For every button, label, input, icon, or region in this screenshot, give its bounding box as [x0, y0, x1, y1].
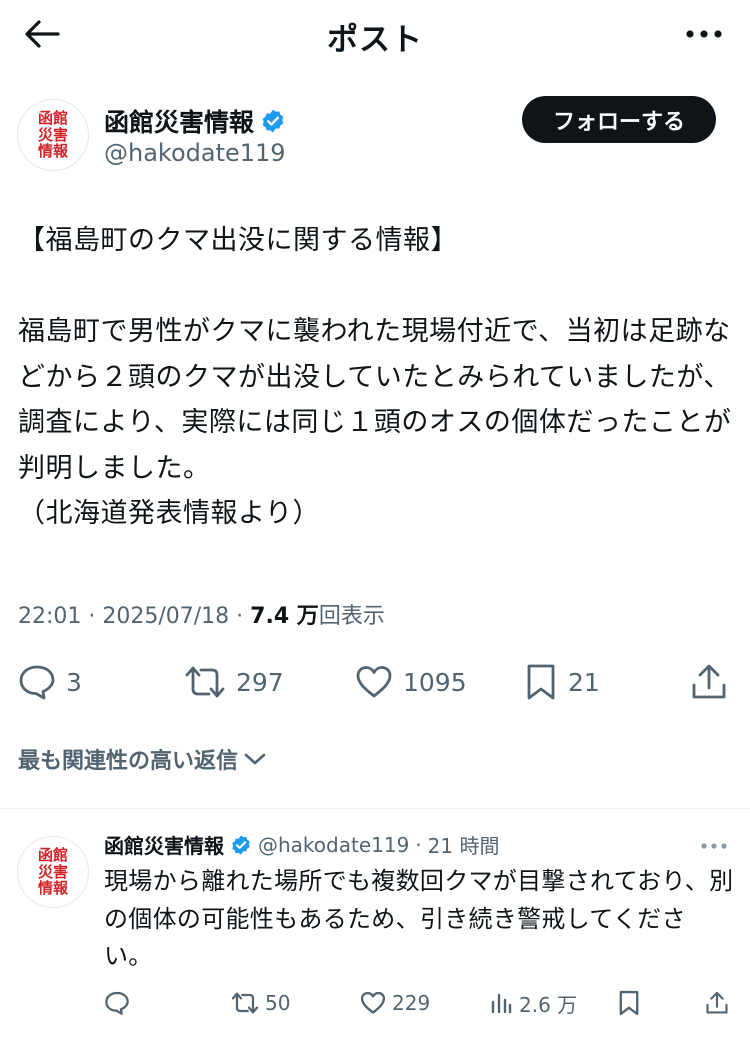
- post-actions: 3 297 1095 21: [0, 658, 750, 706]
- reply-button[interactable]: 3: [18, 658, 82, 706]
- post-text: 【福島町のクマ出没に関する情報】 福島町で男性がクマに襲われた現場付近で、当初は…: [18, 225, 732, 529]
- repost-count: 297: [236, 667, 284, 697]
- reply-separator: ·: [415, 832, 422, 857]
- reply-repost-count: 50: [265, 991, 291, 1015]
- reply-like-button[interactable]: 229: [360, 986, 430, 1020]
- verified-badge-icon: [232, 834, 250, 855]
- bookmark-count: 21: [568, 667, 600, 697]
- repost-button[interactable]: 297: [184, 658, 284, 706]
- heart-icon: [360, 991, 386, 1014]
- reply-more-button[interactable]: [698, 832, 730, 860]
- reply-author-handle[interactable]: @hakodate119: [258, 833, 409, 857]
- avatar-text-line: 災害: [37, 862, 68, 881]
- avatar-text-line: 災害: [37, 125, 68, 144]
- reply-share-button[interactable]: [705, 986, 729, 1020]
- reply-like-count: 229: [392, 991, 431, 1015]
- reply-icon: [19, 665, 55, 700]
- chevron-down-icon: [244, 753, 266, 765]
- post-meta: 22:01 · 2025/07/18 · 7.4 万回表示: [18, 598, 385, 630]
- sort-replies-label: 最も関連性の高い返信: [18, 749, 239, 774]
- reply-count: 3: [66, 667, 82, 697]
- like-button[interactable]: 1095: [355, 658, 467, 706]
- author-name[interactable]: 函館災害情報: [104, 103, 286, 139]
- reply-actions: 50 229 2.6 万: [0, 986, 750, 1020]
- avatar-text-line: 函館: [37, 846, 68, 865]
- author-name-text: 函館災害情報: [104, 108, 255, 137]
- view-count: 7.4 万: [250, 604, 319, 629]
- more-button[interactable]: [680, 12, 728, 56]
- more-horizontal-icon: [701, 843, 727, 849]
- repost-icon: [185, 666, 225, 698]
- more-horizontal-icon: [686, 30, 722, 38]
- reply-reply-button[interactable]: [104, 986, 130, 1020]
- share-icon: [706, 991, 728, 1014]
- reply-repost-button[interactable]: 50: [231, 986, 290, 1020]
- bookmark-button[interactable]: 21: [524, 658, 600, 706]
- avatar-text-line: 情報: [37, 879, 68, 898]
- share-icon: [692, 664, 726, 699]
- bookmark-icon: [527, 664, 555, 700]
- heart-icon: [356, 666, 392, 698]
- reply-text: 現場から離れた場所でも複数回クマが目撃されており、別の個体の可能性もあるため、引…: [104, 867, 734, 970]
- views-chart-icon: [491, 993, 512, 1014]
- reply-header: 函館災害情報 @hakodate119 · 21 時間: [104, 830, 499, 859]
- verified-badge-icon: [262, 109, 284, 133]
- bookmark-icon: [619, 990, 639, 1016]
- top-bar: ポスト: [0, 0, 750, 68]
- avatar-text-line: 函館: [37, 109, 68, 128]
- repost-icon: [231, 992, 259, 1014]
- reply-avatar[interactable]: 函館 災害 情報: [17, 836, 89, 908]
- reply-view-count: 2.6 万: [519, 992, 578, 1017]
- reply-icon: [105, 991, 129, 1015]
- author-handle[interactable]: @hakodate119: [104, 139, 286, 167]
- view-count-label: 回表示: [318, 604, 385, 629]
- divider: [0, 808, 750, 809]
- share-button[interactable]: [690, 658, 728, 706]
- follow-button[interactable]: フォローする: [522, 96, 716, 143]
- reply-timestamp[interactable]: 21 時間: [428, 830, 500, 859]
- avatar-text-line: 情報: [37, 142, 68, 161]
- post-timestamp[interactable]: 22:01 · 2025/07/18 ·: [18, 604, 250, 629]
- avatar[interactable]: 函館 災害 情報: [17, 99, 89, 171]
- sort-replies-selector[interactable]: 最も関連性の高い返信: [18, 743, 266, 775]
- page-title: ポスト: [327, 22, 423, 58]
- reply-author-name[interactable]: 函館災害情報: [104, 830, 224, 859]
- reply-views-button[interactable]: 2.6 万: [489, 986, 577, 1020]
- reply-bookmark-button[interactable]: [617, 986, 641, 1020]
- like-count: 1095: [403, 667, 467, 697]
